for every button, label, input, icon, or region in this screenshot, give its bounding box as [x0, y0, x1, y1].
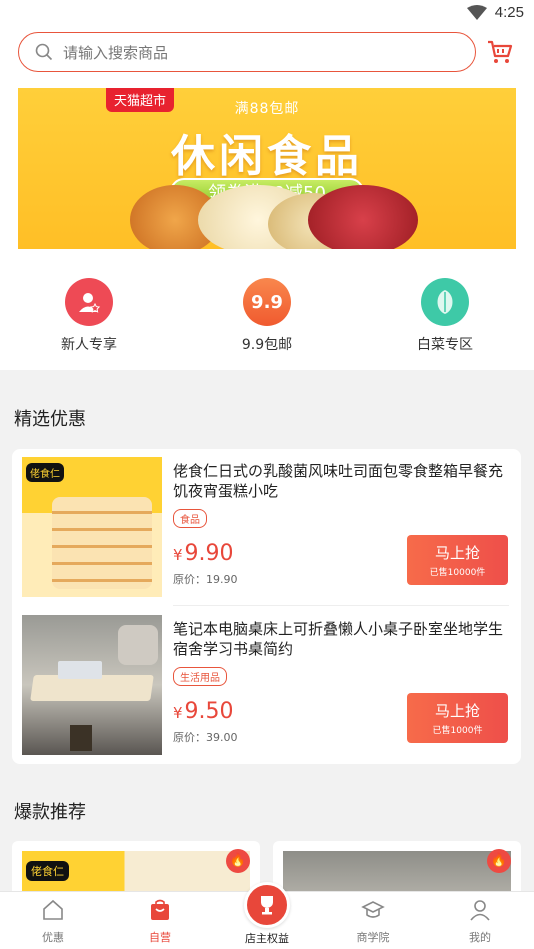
deal-item[interactable]: 笔记本电脑桌床上可折叠懒人小桌子卧室坐地学生宿舍学习书桌简约 生活用品 ¥9.5… — [12, 607, 521, 759]
deal-title: 佬食仁日式の乳酸菌风味吐司面包零食整箱早餐充饥夜宵蛋糕小吃 — [173, 462, 504, 500]
deal-item[interactable]: 佬食仁 佬食仁日式の乳酸菌风味吐司面包零食整箱早餐充饥夜宵蛋糕小吃 食品 ¥9.… — [12, 449, 521, 601]
deal-image-desk — [22, 615, 162, 755]
buy-now-label: 马上抢 — [434, 702, 480, 720]
tab-business-school[interactable]: 商学院 — [333, 898, 413, 945]
tab-label: 自营 — [149, 931, 171, 944]
search-icon — [35, 43, 53, 61]
sold-count: 已售1000件 — [432, 726, 483, 736]
deal-price: ¥9.90 — [173, 541, 234, 566]
deal-category-badge: 生活用品 — [173, 667, 227, 686]
search-row: 请输入搜索商品 — [0, 28, 534, 80]
status-time: 4:25 — [494, 4, 524, 21]
deal-price-value: 9.90 — [184, 541, 234, 566]
graduation-cap-icon — [361, 901, 385, 918]
fire-icon: 🔥 — [487, 849, 511, 873]
promo-banner[interactable]: 天猫超市 满88包邮 休闲食品 领券满99减50 — [18, 88, 516, 249]
fire-icon: 🔥 — [226, 849, 250, 873]
tab-profile[interactable]: 我的 — [440, 898, 520, 945]
search-placeholder: 请输入搜索商品 — [63, 43, 169, 62]
divider — [173, 605, 509, 606]
tab-label: 优惠 — [42, 931, 64, 944]
deals-card: 佬食仁 佬食仁日式の乳酸菌风味吐司面包零食整箱早餐充饥夜宵蛋糕小吃 食品 ¥9.… — [12, 449, 521, 764]
quick-link-new-user[interactable]: 新人专享 — [29, 278, 149, 354]
quick-link-label: 9.9包邮 — [241, 337, 293, 353]
section-title-deals: 精选优惠 — [14, 409, 86, 430]
tab-label: 店主权益 — [245, 932, 289, 945]
home-icon — [43, 899, 63, 920]
sold-count: 已售10000件 — [429, 568, 486, 578]
wifi-icon — [466, 4, 487, 20]
trophy-icon — [244, 882, 290, 928]
shopping-bag-icon — [151, 899, 169, 920]
deal-category-badge: 食品 — [173, 509, 207, 528]
tab-label: 我的 — [469, 931, 491, 944]
banner-headline: 休闲食品 — [171, 131, 363, 182]
buy-now-button[interactable]: 马上抢 已售10000件 — [407, 535, 508, 585]
user-star-icon — [65, 278, 113, 326]
section-title-hot: 爆款推荐 — [14, 802, 86, 823]
deal-original-price: 原价：19.90 — [173, 573, 238, 586]
status-right: 4:25 — [466, 4, 524, 21]
deal-price-value: 9.50 — [184, 699, 234, 724]
quick-link-label: 新人专享 — [61, 337, 117, 353]
bottom-tab-bar: 优惠 自营 店主权益 商学院 我的 — [0, 882, 534, 949]
deal-price: ¥9.50 — [173, 699, 234, 724]
banner-free-shipping: 满88包邮 — [234, 101, 300, 117]
currency-symbol: ¥ — [173, 704, 183, 722]
tab-self-operated[interactable]: 自营 — [120, 898, 200, 945]
deal-original-price: 原价：39.00 — [173, 731, 238, 744]
quick-link-cabbage[interactable]: 白菜专区 — [385, 278, 505, 354]
deal-title: 笔记本电脑桌床上可折叠懒人小桌子卧室坐地学生宿舍学习书桌简约 — [173, 620, 504, 658]
user-icon — [470, 900, 490, 921]
quick-links: 新人专享 9.9 9.9包邮 白菜专区 — [0, 258, 534, 370]
banner-section: 天猫超市 满88包邮 休闲食品 领券满99减50 — [0, 80, 534, 258]
buy-now-button[interactable]: 马上抢 已售1000件 — [407, 693, 508, 743]
cart-icon[interactable] — [486, 38, 514, 66]
cabbage-icon — [421, 278, 469, 326]
status-bar: 4:25 — [0, 0, 534, 28]
currency-symbol: ¥ — [173, 546, 183, 564]
buy-now-label: 马上抢 — [434, 544, 480, 562]
tab-discounts[interactable]: 优惠 — [13, 898, 93, 945]
deal-image-toast: 佬食仁 — [22, 457, 162, 597]
9-9-icon: 9.9 — [243, 278, 291, 326]
jerky-image — [308, 185, 418, 249]
tab-label: 商学院 — [356, 931, 390, 944]
tab-owner-benefits[interactable]: 店主权益 — [237, 882, 297, 946]
search-input[interactable]: 请输入搜索商品 — [18, 32, 476, 72]
quick-link-9-9[interactable]: 9.9 9.9包邮 — [207, 278, 327, 354]
quick-link-label: 白菜专区 — [417, 337, 473, 353]
